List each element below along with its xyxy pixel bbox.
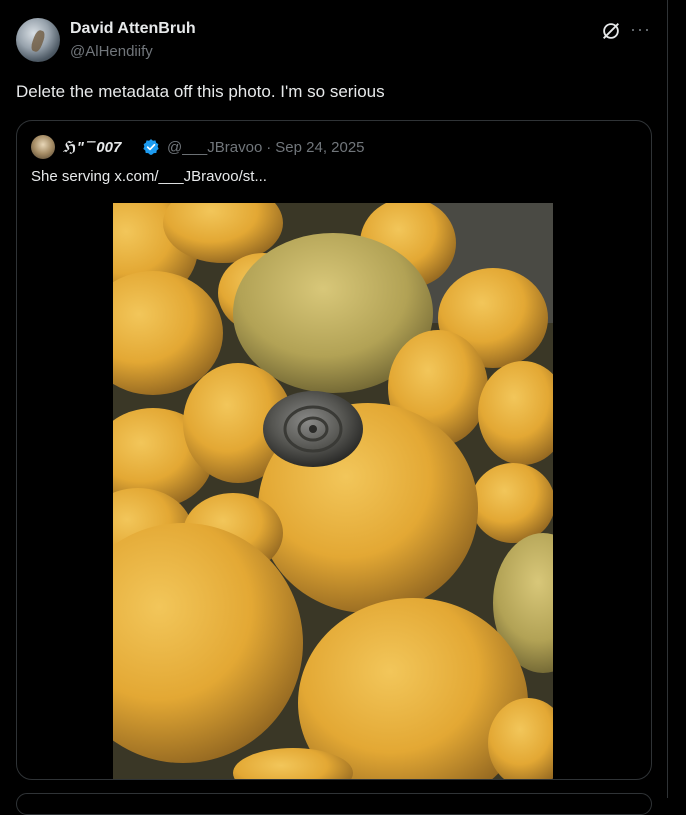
author-display-name[interactable]: David AttenBruh <box>70 20 196 38</box>
quoted-post-card[interactable]: ℌ" ̄ ̄ 007 @___JBravoo · Sep 24, 2025 She … <box>16 120 652 780</box>
quoted-post-photo[interactable] <box>113 203 553 779</box>
verified-badge-icon <box>143 139 159 155</box>
meta-separator: · <box>266 139 272 156</box>
quoted-post-text: She serving x.com/___JBravoo/st... <box>31 168 267 185</box>
quoted-author-display-name[interactable]: ℌ" ̄ ̄ 007 <box>63 138 121 156</box>
quoted-author-handle[interactable]: @___JBravoo <box>167 139 262 156</box>
oranges-snail-image <box>113 203 553 779</box>
post-text: Delete the metadata off this photo. I'm … <box>16 82 385 101</box>
author-avatar[interactable] <box>16 18 60 62</box>
quoted-post-meta: @___JBravoo · Sep 24, 2025 <box>167 139 365 156</box>
grok-icon[interactable] <box>600 20 622 42</box>
next-embedded-card[interactable] <box>16 793 652 815</box>
more-horizontal-icon[interactable]: ··· <box>630 18 652 40</box>
post[interactable]: David AttenBruh @AlHendiify ··· Delete t… <box>0 0 667 815</box>
author-handle[interactable]: @AlHendiify <box>70 43 153 60</box>
timeline-right-border <box>667 0 668 798</box>
quoted-post-date[interactable]: Sep 24, 2025 <box>275 139 364 156</box>
quoted-author-avatar[interactable] <box>31 135 55 159</box>
